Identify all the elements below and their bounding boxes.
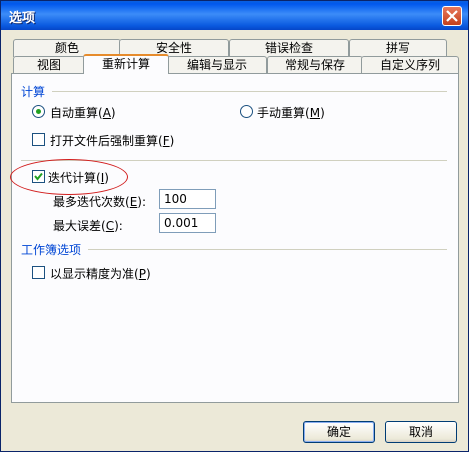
- recalc-panel: 计算 自动重算(A) 手动重算(M) 打开文件后强制重算(F) 迭代计算(I) …: [11, 73, 459, 403]
- max-error-input[interactable]: [159, 213, 216, 233]
- calc-section-title: 计算: [21, 85, 46, 99]
- label-text: 自动重算: [50, 106, 99, 120]
- tab-label: 错误检查: [264, 41, 313, 55]
- section-divider: [52, 91, 447, 92]
- hotkey: M: [309, 106, 321, 120]
- tab-label: 重新计算: [101, 57, 150, 71]
- label-text: 以显示精度为准: [50, 267, 135, 281]
- hotkey: C: [105, 219, 115, 233]
- precision-label[interactable]: 以显示精度为准(P): [50, 265, 151, 282]
- tab-label: 自定义序列: [379, 58, 440, 72]
- label-text: 手动重算: [257, 106, 306, 120]
- max-iterations-input[interactable]: [159, 189, 216, 209]
- auto-recalc-radio[interactable]: [32, 105, 45, 118]
- manual-recalc-radio[interactable]: [240, 105, 253, 118]
- options-dialog: 选项 颜色 安全性 错误检查 拼写 视图 重新计算 编辑与显示 常规与保存 自定…: [0, 0, 469, 452]
- tab-recalc[interactable]: 重新计算: [83, 54, 169, 74]
- auto-recalc-label[interactable]: 自动重算(A): [50, 104, 116, 121]
- tab-label: 常规与保存: [284, 58, 345, 72]
- label-text: 最多迭代次数: [53, 195, 126, 209]
- tab-general-save[interactable]: 常规与保存: [267, 56, 363, 74]
- label-text: 打开文件后强制重算: [50, 134, 159, 148]
- manual-recalc-label[interactable]: 手动重算(M): [257, 104, 325, 121]
- tab-edit-display[interactable]: 编辑与显示: [167, 56, 267, 74]
- hotkey: E: [129, 195, 138, 209]
- tab-label: 拼写: [385, 41, 410, 55]
- cancel-button[interactable]: 取消: [385, 421, 457, 443]
- max-error-label: 最大误差(C):: [53, 219, 123, 233]
- tab-spelling[interactable]: 拼写: [349, 39, 447, 57]
- close-icon: [446, 10, 458, 22]
- tab-label: 安全性: [155, 41, 192, 55]
- highlight-ellipse: [10, 159, 128, 195]
- force-recalc-checkbox[interactable]: [32, 133, 45, 146]
- title-bar[interactable]: 选项: [1, 1, 468, 30]
- tab-label: 编辑与显示: [186, 58, 247, 72]
- force-recalc-label[interactable]: 打开文件后强制重算(F): [50, 132, 174, 149]
- radio-dot: [36, 109, 41, 114]
- max-iterations-label: 最多迭代次数(E):: [53, 195, 147, 209]
- tab-error-check[interactable]: 错误检查: [229, 39, 349, 57]
- tab-label: 视图: [36, 58, 61, 72]
- workbook-section-title: 工作簿选项: [21, 243, 82, 257]
- ok-button[interactable]: 确定: [303, 421, 375, 443]
- close-button[interactable]: [442, 6, 462, 26]
- tab-label: 颜色: [54, 41, 79, 55]
- section-divider: [88, 249, 447, 250]
- tab-view[interactable]: 视图: [13, 56, 85, 74]
- hotkey: A: [102, 106, 111, 120]
- dialog-title: 选项: [9, 11, 36, 26]
- tab-custom-lists[interactable]: 自定义序列: [361, 56, 459, 74]
- hotkey: P: [138, 267, 146, 281]
- label-text: 最大误差: [53, 219, 102, 233]
- hotkey: F: [162, 134, 170, 148]
- precision-checkbox[interactable]: [32, 266, 45, 279]
